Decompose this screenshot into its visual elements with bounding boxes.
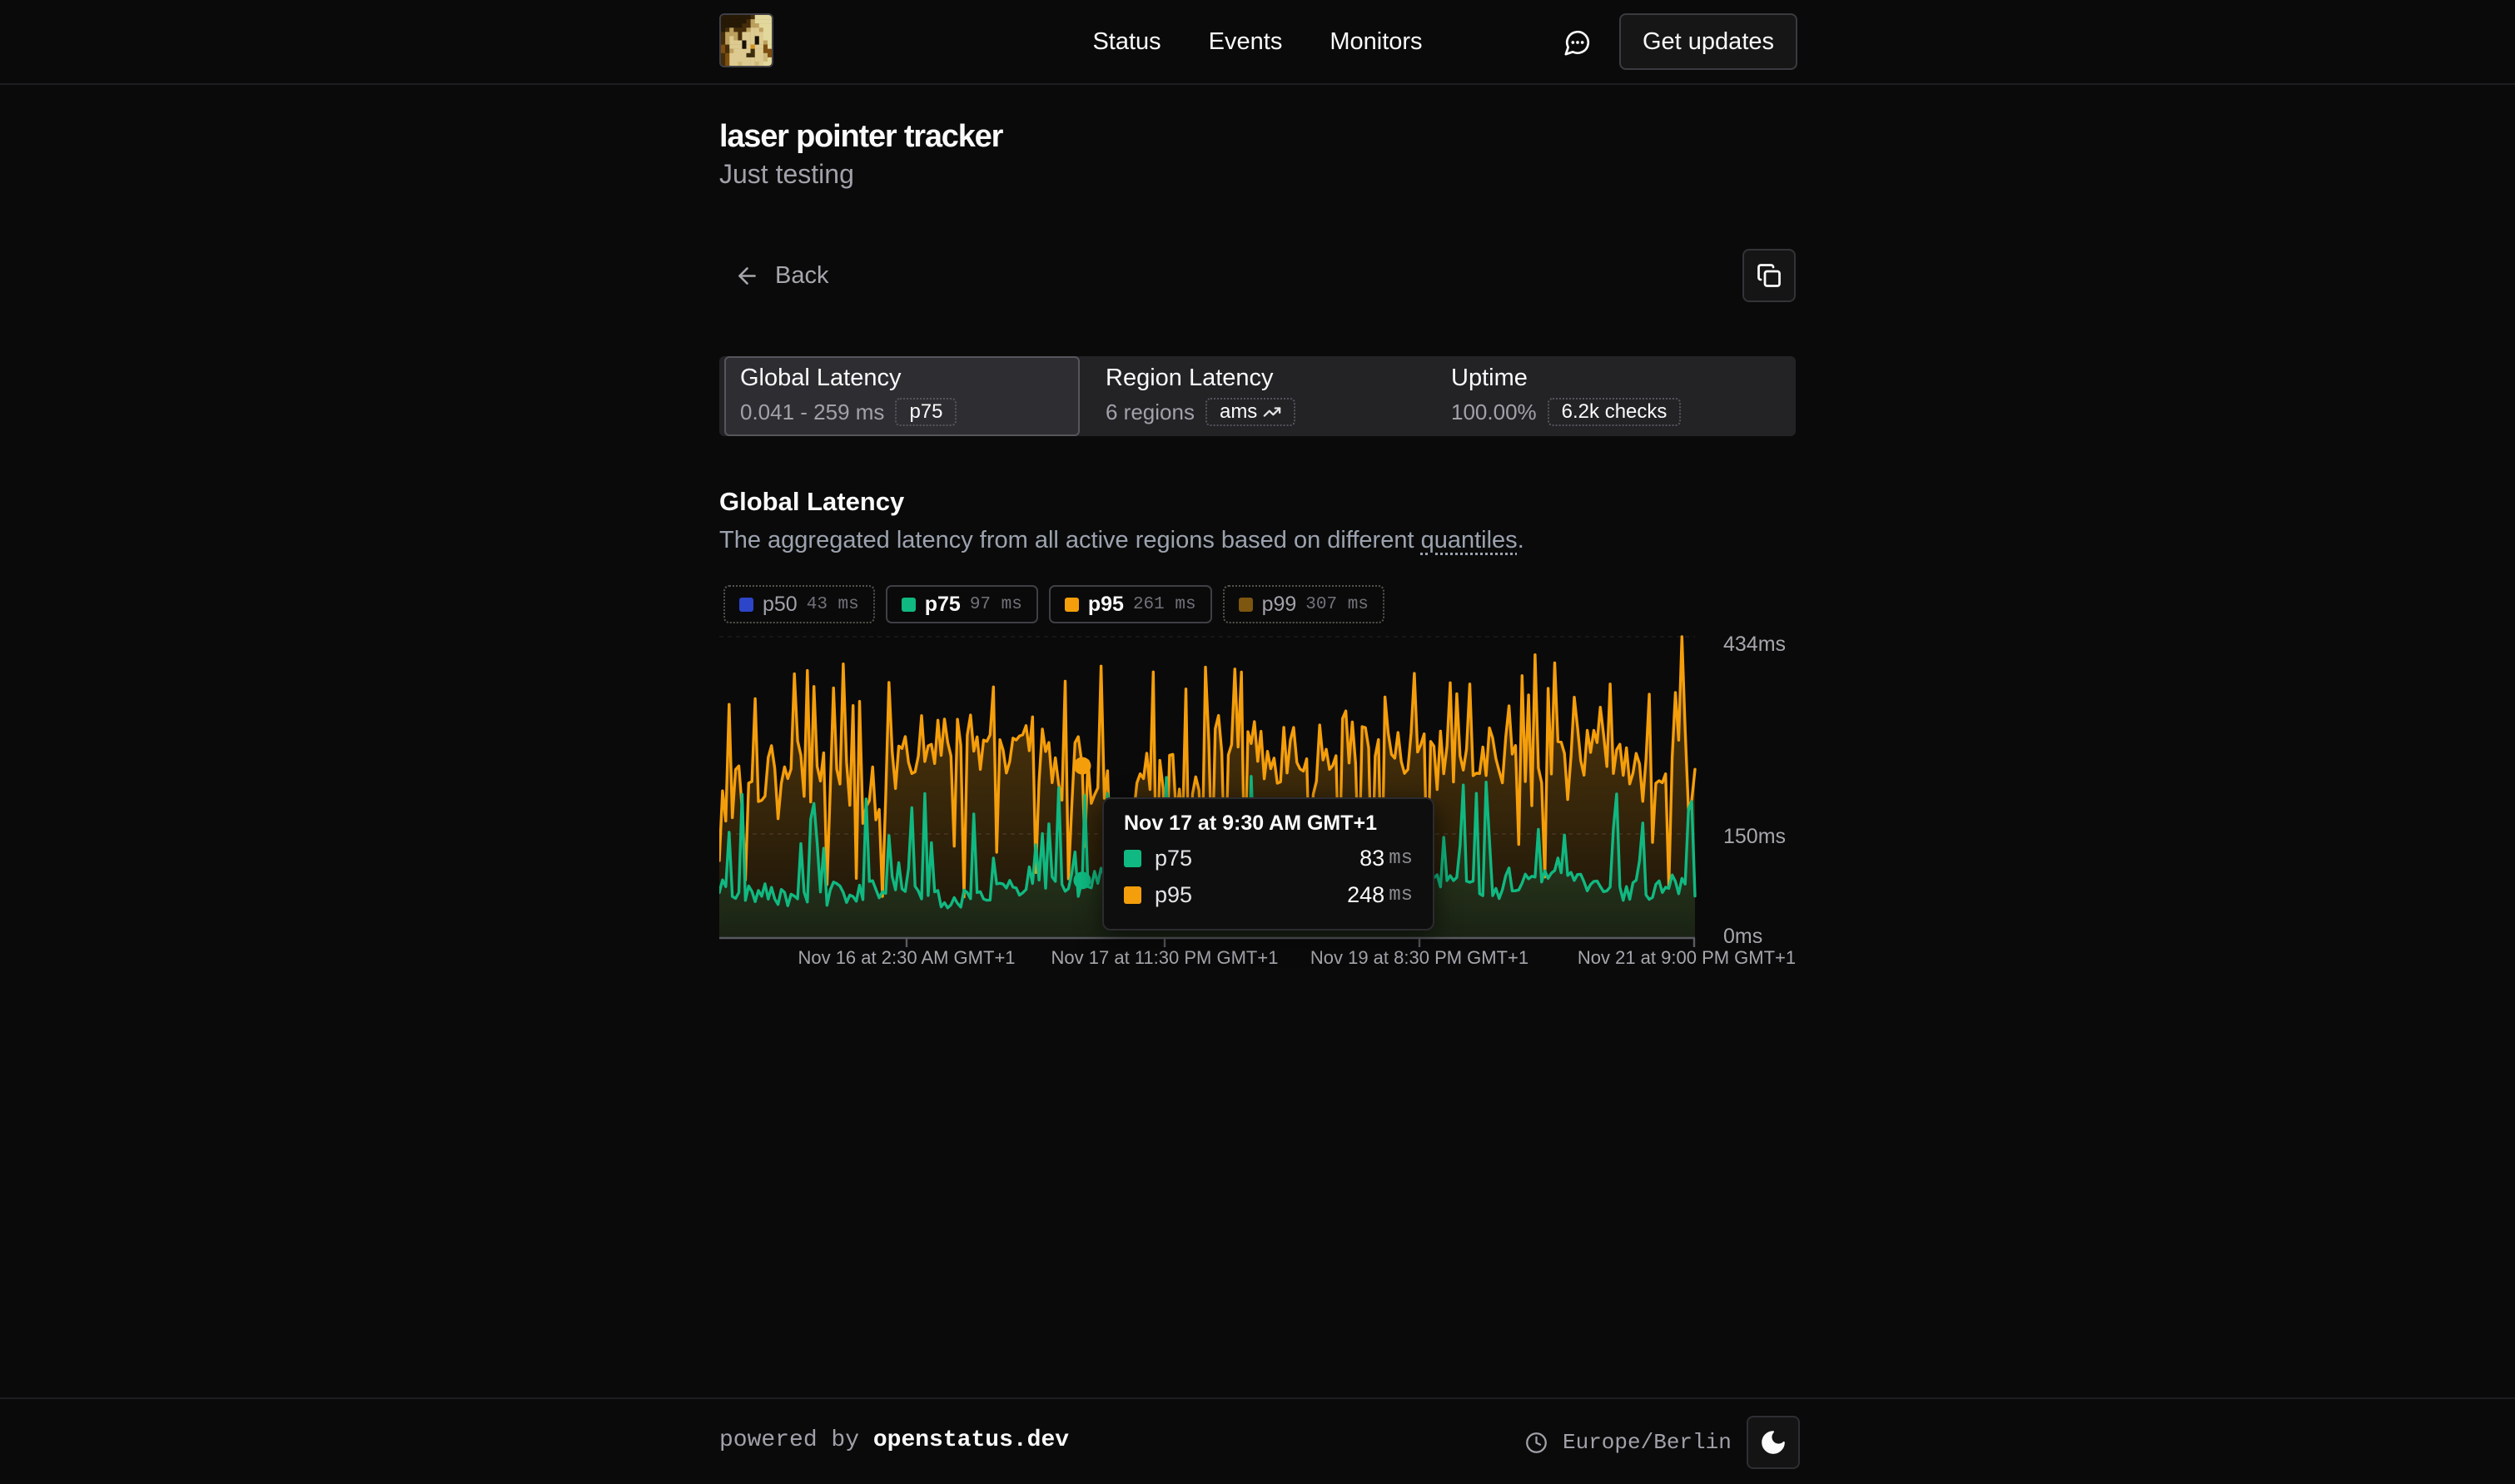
svg-text:Nov 19 at 8:30 PM GMT+1: Nov 19 at 8:30 PM GMT+1 [1310, 947, 1528, 968]
svg-text:150ms: 150ms [1723, 825, 1786, 848]
svg-text:0ms: 0ms [1723, 925, 1762, 948]
svg-text:Nov 21 at 9:00 PM GMT+1: Nov 21 at 9:00 PM GMT+1 [1578, 947, 1796, 968]
svg-text:Nov 17 at 11:30 PM GMT+1: Nov 17 at 11:30 PM GMT+1 [1051, 947, 1279, 968]
svg-text:Nov 16 at 2:30 AM GMT+1: Nov 16 at 2:30 AM GMT+1 [798, 947, 1015, 968]
svg-text:434ms: 434ms [1723, 633, 1786, 656]
